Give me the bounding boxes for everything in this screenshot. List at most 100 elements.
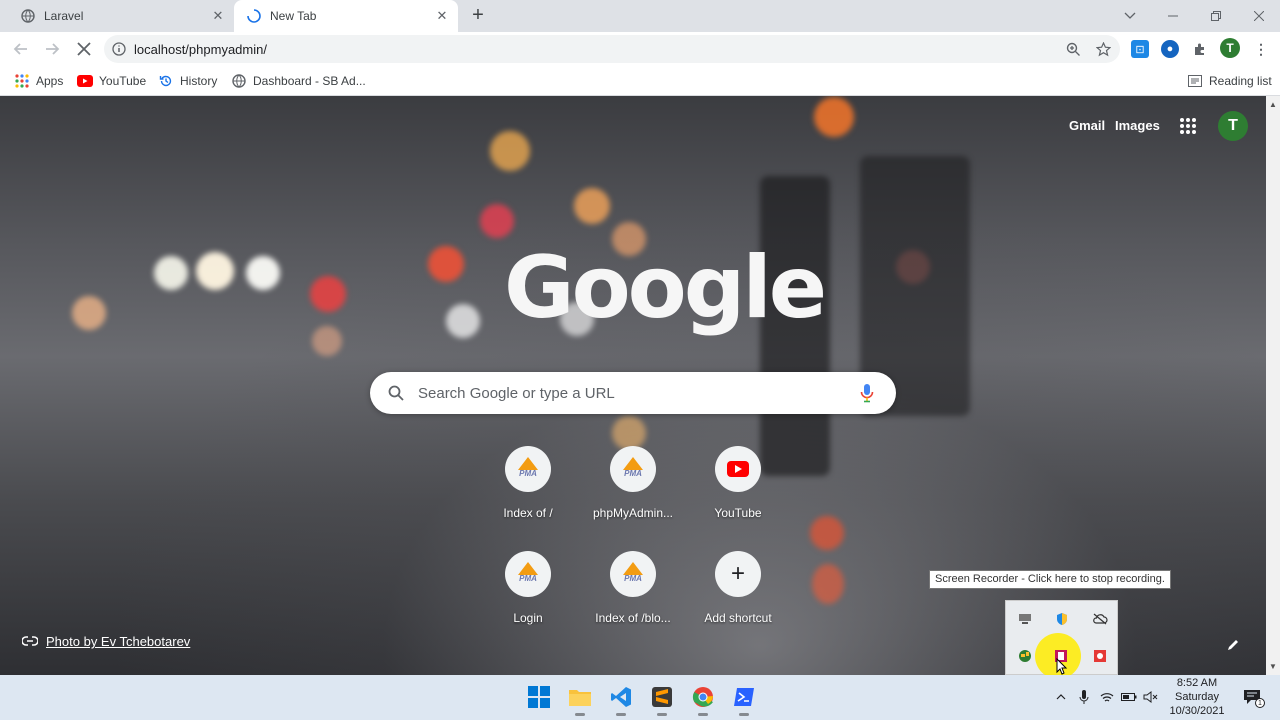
battery-icon[interactable] — [1120, 688, 1138, 706]
bookmark-label: Apps — [36, 74, 64, 88]
windows-taskbar: 8:52 AM Saturday 10/30/2021 1 — [0, 675, 1280, 720]
clock-date: 10/30/2021 — [1169, 705, 1225, 717]
reading-list-button[interactable]: Reading list — [1187, 72, 1272, 90]
bookmark-youtube[interactable]: YouTube — [77, 72, 146, 90]
link-icon — [21, 634, 39, 649]
bookmark-apps[interactable]: Apps — [14, 72, 63, 90]
zoom-icon[interactable] — [1064, 40, 1082, 58]
cloud-offline-icon[interactable] — [1092, 611, 1108, 627]
shortcut-tile[interactable]: PMA phpMyAdmin... — [577, 444, 689, 548]
extension-globe-icon[interactable]: ● — [1161, 40, 1179, 58]
microphone-icon[interactable] — [860, 383, 874, 403]
wifi-icon[interactable] — [1098, 688, 1116, 706]
youtube-icon — [715, 446, 761, 492]
phpmyadmin-icon: PMA — [505, 446, 551, 492]
photo-credit-text[interactable]: Photo by Ev Tchebotarev — [46, 634, 190, 649]
extensions-puzzle-icon[interactable] — [1191, 40, 1209, 58]
notification-center-icon[interactable]: 1 — [1241, 688, 1265, 708]
show-hidden-icons-chevron[interactable] — [1052, 688, 1070, 706]
chrome-icon[interactable] — [689, 683, 717, 716]
shortcut-label: Index of / — [503, 506, 553, 520]
tab-title: Laravel — [44, 9, 84, 23]
images-link[interactable]: Images — [1115, 118, 1160, 133]
gmail-link[interactable]: Gmail — [1069, 118, 1105, 133]
volume-muted-icon[interactable] — [1142, 688, 1160, 706]
back-button[interactable] — [9, 37, 33, 61]
add-shortcut-button[interactable]: + Add shortcut — [682, 549, 794, 653]
screen-recorder-tooltip: Screen Recorder - Click here to stop rec… — [929, 570, 1171, 589]
security-shield-icon[interactable] — [1054, 611, 1070, 627]
shortcut-tile[interactable]: YouTube — [682, 444, 794, 548]
tab-laravel[interactable]: Laravel ✕ — [8, 0, 234, 32]
tab-title: New Tab — [270, 9, 317, 23]
clock-day: Saturday — [1174, 691, 1220, 703]
notification-count-badge: 1 — [1255, 698, 1265, 708]
bookmark-label: Dashboard - SB Ad... — [253, 74, 366, 88]
shortcut-tile[interactable]: PMA Index of /blo... — [577, 549, 689, 653]
phpmyadmin-icon: PMA — [505, 551, 551, 597]
address-bar[interactable]: localhost/phpmyadmin/ — [104, 35, 1120, 63]
vscode-icon[interactable] — [607, 683, 635, 716]
globe-network-icon[interactable] — [1017, 648, 1033, 664]
tab-new-tab[interactable]: New Tab ✕ — [234, 0, 458, 32]
info-icon[interactable] — [110, 40, 128, 58]
mouse-cursor-icon — [1056, 657, 1068, 676]
scroll-down-icon[interactable]: ▼ — [1269, 662, 1277, 671]
minimize-button[interactable] — [1151, 0, 1195, 32]
screen-recorder-icon[interactable] — [1092, 648, 1108, 664]
stop-loading-button[interactable] — [72, 37, 96, 61]
scroll-up-icon[interactable]: ▲ — [1269, 100, 1277, 109]
shortcut-label: YouTube — [714, 506, 762, 520]
apps-grid-icon — [14, 73, 30, 89]
customize-pencil-icon[interactable] — [1226, 638, 1242, 654]
photo-credit-link[interactable]: Photo by Ev Tchebotarev — [21, 634, 190, 649]
menu-kebab-icon[interactable]: ⋮ — [1252, 40, 1270, 58]
close-tab-icon[interactable]: ✕ — [434, 8, 450, 24]
bookmarks-bar: Apps YouTube History Dashboard - SB Ad..… — [0, 66, 1280, 96]
browser-toolbar: localhost/phpmyadmin/ ⊡ ● T ⋮ — [0, 32, 1280, 66]
system-clock[interactable]: 8:52 AM Saturday 10/30/2021 — [1166, 676, 1228, 718]
extension-screencastify-icon[interactable]: ⊡ — [1131, 40, 1149, 58]
bookmark-star-icon[interactable] — [1094, 40, 1112, 58]
shortcut-label: Add shortcut — [704, 611, 772, 625]
google-logo: Google — [504, 238, 827, 338]
close-tab-icon[interactable]: ✕ — [210, 8, 226, 24]
restore-button[interactable] — [1194, 0, 1238, 32]
bookmark-label: YouTube — [99, 74, 147, 88]
sublime-text-icon[interactable] — [648, 683, 676, 716]
shortcut-label: Login — [513, 611, 543, 625]
globe-icon — [20, 8, 36, 24]
network-drive-icon[interactable] — [1017, 611, 1033, 627]
globe-icon — [231, 73, 247, 89]
new-tab-button[interactable]: + — [466, 4, 490, 28]
history-icon — [158, 73, 174, 89]
google-apps-icon[interactable] — [1180, 118, 1196, 134]
search-input[interactable] — [418, 372, 848, 414]
bookmark-dashboard[interactable]: Dashboard - SB Ad... — [231, 72, 366, 90]
forward-button[interactable] — [40, 37, 64, 61]
reading-list-label: Reading list — [1209, 74, 1272, 88]
profile-avatar[interactable]: T — [1220, 38, 1240, 58]
tab-strip: Laravel ✕ New Tab ✕ + — [0, 0, 1280, 32]
phpmyadmin-icon: PMA — [610, 551, 656, 597]
reading-list-icon — [1187, 73, 1203, 89]
file-explorer-icon[interactable] — [566, 683, 594, 716]
microphone-tray-icon[interactable] — [1075, 688, 1093, 706]
tab-search-icon[interactable] — [1108, 0, 1152, 32]
powershell-icon[interactable] — [730, 683, 758, 716]
plus-icon: + — [715, 551, 761, 597]
search-icon — [388, 385, 404, 401]
youtube-icon — [77, 73, 93, 89]
start-button[interactable] — [525, 683, 553, 711]
search-box[interactable] — [370, 372, 896, 414]
shortcut-label: phpMyAdmin... — [592, 506, 674, 520]
url-text[interactable]: localhost/phpmyadmin/ — [134, 42, 267, 57]
account-avatar[interactable]: T — [1218, 111, 1248, 141]
shortcut-tile[interactable]: PMA Index of / — [472, 444, 584, 548]
loading-spinner-icon — [246, 8, 262, 24]
close-window-button[interactable] — [1237, 0, 1280, 32]
shortcut-tile[interactable]: PMA Login — [472, 549, 584, 653]
phpmyadmin-icon: PMA — [610, 446, 656, 492]
bookmark-history[interactable]: History — [158, 72, 217, 90]
page-scrollbar[interactable]: ▲ ▼ — [1266, 96, 1280, 675]
